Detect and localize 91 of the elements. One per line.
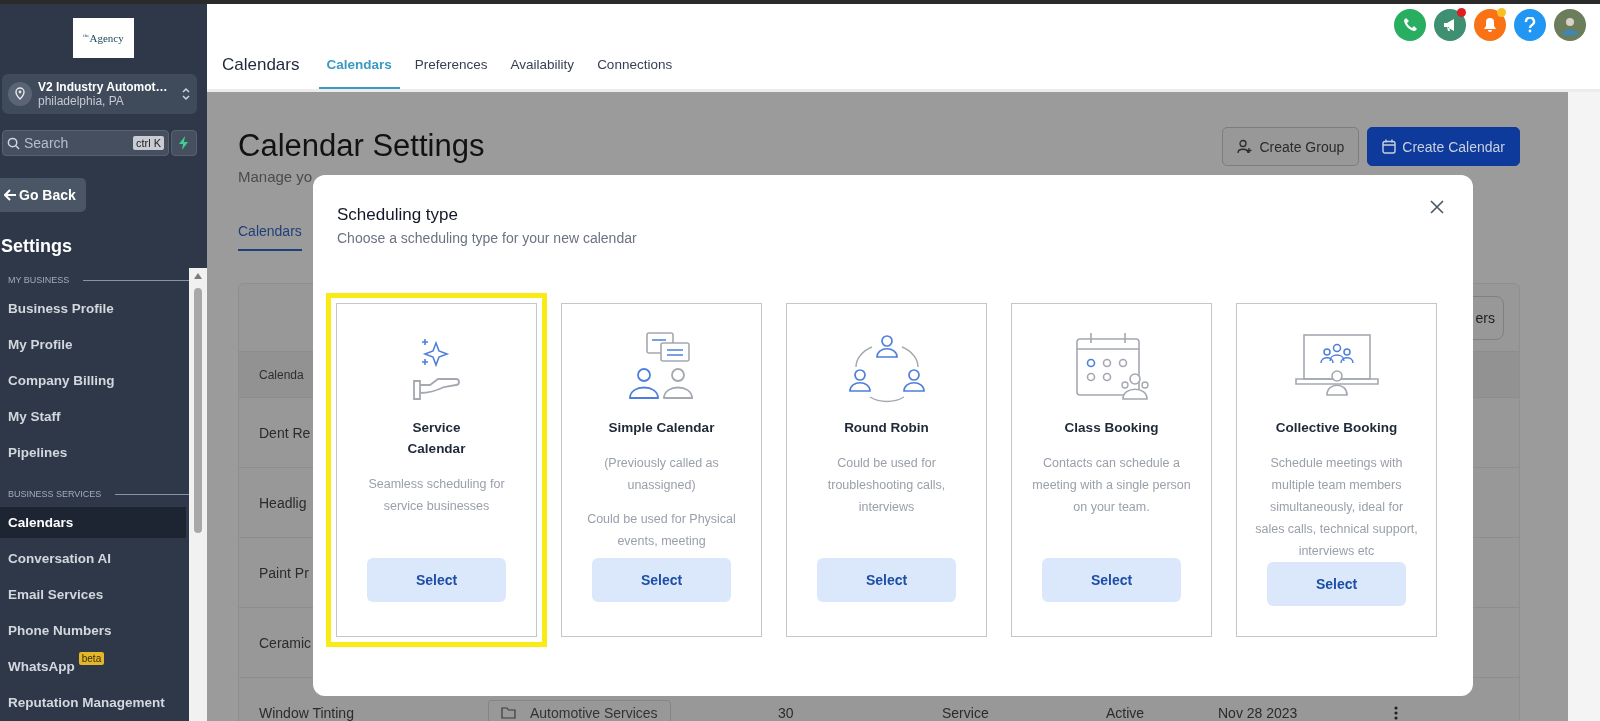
sidebar-item[interactable]: Pipelines [0, 437, 186, 468]
help-button[interactable] [1514, 9, 1546, 41]
bell-icon [1482, 17, 1498, 33]
phone-icon [1402, 17, 1418, 33]
go-back-button[interactable]: Go Back [0, 178, 86, 212]
section-heading: BUSINESS SERVICES [8, 489, 102, 499]
option-description: Could be used for troubleshooting calls, interviews [826, 455, 947, 516]
nav-tab[interactable]: Preferences [406, 51, 496, 89]
lightning-icon [178, 136, 190, 150]
folder-icon [501, 706, 516, 719]
settings-subtitle: Manage yo [238, 168, 314, 185]
sidebar-item[interactable]: Business Profile [0, 293, 186, 324]
location-pin-icon [8, 82, 32, 106]
create-calendar-button[interactable]: Create Calendar [1367, 127, 1520, 166]
select-button[interactable]: Select [592, 558, 731, 602]
select-button[interactable]: Select [367, 558, 506, 602]
sidebar-item[interactable]: Email Services [0, 579, 186, 610]
column-header: Calenda [259, 367, 304, 382]
select-button[interactable]: Select [817, 558, 956, 602]
sidebar-item[interactable]: Company Billing [0, 365, 186, 396]
settings-title: Calendar Settings [238, 128, 485, 164]
scheduling-option-card[interactable]: Round Robin Could be used for troubleshooting calls, interviews Select [776, 293, 997, 647]
notifications-button[interactable] [1474, 9, 1506, 41]
table-cell: Dent Re [259, 424, 311, 441]
announcements-button[interactable] [1434, 9, 1466, 41]
group-tag: Automotive Services [488, 699, 671, 721]
close-button[interactable] [1429, 199, 1445, 215]
dialog-title: Scheduling type [337, 205, 458, 225]
select-button[interactable]: Select [1267, 562, 1406, 606]
option-title: Round Robin [844, 419, 929, 437]
search-icon [7, 136, 20, 150]
location-city: philadelphia, PA [38, 94, 125, 108]
arrow-left-icon [4, 189, 17, 201]
table-cell: Ceramic [259, 634, 312, 651]
scroll-up-icon[interactable] [193, 272, 203, 280]
add-user-icon [1237, 139, 1254, 154]
option-title: Simple Calendar [608, 419, 715, 437]
option-description: (Previously called as unassigned) [603, 455, 720, 494]
option-title: Service Calendar [407, 419, 466, 458]
sidebar-item[interactable]: Reputation Management [0, 687, 186, 718]
search-input[interactable]: Search [24, 135, 129, 151]
page-title: Calendars [222, 54, 300, 76]
option-description: Schedule meetings with multiple team members simultaneously, ideal for sales calls, technical support, interviews etc [1255, 455, 1418, 560]
sidebar-item[interactable]: Phone Numbers [0, 615, 186, 646]
shortcut-hint: ctrl K [132, 136, 164, 150]
settings-heading: Settings [1, 236, 73, 257]
option-description: Could be used for Physical events, meeting [586, 511, 737, 550]
table-cell: Paint Pr [259, 564, 309, 581]
nav-tab[interactable]: Availability [502, 51, 583, 89]
scheduling-option-card[interactable]: Simple Calendar (Previously called as unassigned) Could be used for Physical events, meeting Select [551, 293, 772, 647]
option-description: Contacts can schedule a meeting with a single person on your team. [1031, 455, 1192, 516]
option-title: Class Booking [1064, 419, 1159, 437]
scrollbar[interactable] [189, 268, 207, 721]
question-mark-icon [1524, 17, 1536, 33]
content-tab[interactable]: Calendars [238, 223, 302, 251]
phone-button[interactable] [1394, 9, 1426, 41]
sidebar-item[interactable]: My Staff [0, 401, 186, 432]
select-button[interactable]: Select [1042, 558, 1181, 602]
table-cell: Window Tinting [259, 704, 354, 721]
more-options-icon[interactable] [1394, 705, 1398, 720]
location-name: V2 Industry Automot… [38, 80, 169, 94]
sidebar-item[interactable]: My Profile [0, 329, 186, 360]
scheduling-option-card[interactable]: Class Booking Contacts can schedule a meeting with a single person on your team. Select [1001, 293, 1222, 647]
beta-badge: beta [78, 652, 105, 665]
dialog-subtitle: Choose a scheduling type for your new calendar [337, 230, 638, 246]
section-heading: MY BUSINESS [8, 275, 70, 285]
table-cell: Nov 28 2023 [1218, 704, 1298, 721]
agency-logo: $^{the}$Agency [73, 18, 134, 58]
table-cell: Service [942, 704, 989, 721]
scheduling-option-card[interactable]: Service Calendar Seamless scheduling for service businesses Select [326, 293, 547, 647]
scheduling-option-card[interactable]: Collective Booking Schedule meetings with multiple team members simultaneously, ideal for sales calls, technical support, interviews etc Select [1226, 293, 1447, 647]
chevron-up-down-icon [181, 86, 191, 102]
close-icon [1429, 199, 1445, 215]
user-silhouette-icon [1560, 15, 1580, 35]
sidebar-item[interactable]: Calendars [0, 507, 186, 538]
option-description: Seamless scheduling for service businesses [367, 476, 506, 515]
search-field[interactable]: Search ctrl K [2, 130, 169, 156]
location-switcher[interactable]: V2 Industry Automot… philadelphia, PA [2, 74, 197, 114]
table-cell: Headlig [259, 494, 307, 511]
nav-tab[interactable]: Connections [589, 51, 681, 89]
sidebar-item[interactable]: WhatsApp beta [0, 651, 186, 682]
page-scrollbar[interactable] [1568, 92, 1600, 721]
option-title: Collective Booking [1275, 419, 1398, 437]
table-cell: Active [1106, 704, 1145, 721]
create-group-button[interactable]: Create Group [1222, 127, 1360, 166]
quick-action-button[interactable] [171, 130, 197, 156]
table-cell: 30 [778, 704, 794, 721]
sidebar-item[interactable]: Conversation AI [0, 543, 186, 574]
calendar-icon [1382, 139, 1397, 154]
scrollbar-thumb[interactable] [194, 288, 202, 533]
user-avatar[interactable] [1554, 9, 1586, 41]
